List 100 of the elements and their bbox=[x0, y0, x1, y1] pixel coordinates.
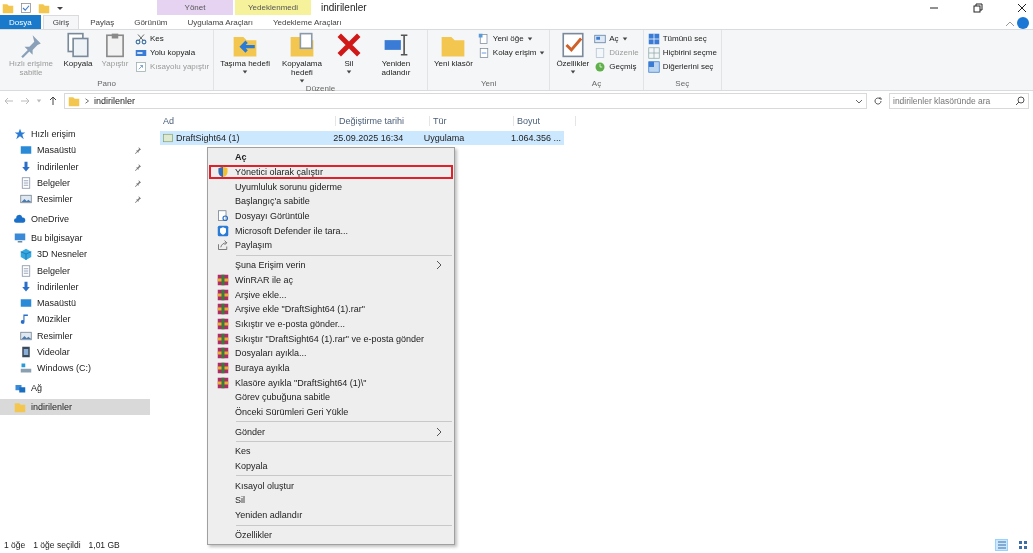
menu-item[interactable]: WinRAR ile aç bbox=[209, 272, 453, 288]
ribbon-tab[interactable]: Yedekleme Araçları bbox=[263, 15, 351, 29]
ribbon-button[interactable]: Yeni klasör bbox=[431, 32, 475, 79]
menu-item[interactable]: Özellikler bbox=[209, 527, 453, 543]
checkbox-icon[interactable] bbox=[20, 1, 32, 14]
sidebar-item[interactable]: Ağ bbox=[0, 379, 150, 396]
large-icons-view-button[interactable] bbox=[1016, 539, 1029, 551]
ribbon-button[interactable]: Özellikler bbox=[554, 32, 592, 79]
menu-item[interactable]: Sıkıştır "DraftSight64 (1).rar" ve e-posta gönder bbox=[209, 331, 453, 346]
menu-item[interactable]: Arşive ekle "DraftSight64 (1).rar" bbox=[209, 301, 453, 317]
sidebar-item[interactable]: Müzikler bbox=[0, 311, 150, 328]
column-header[interactable]: Tür bbox=[430, 116, 514, 126]
caret-icon bbox=[242, 69, 249, 75]
ribbon-button[interactable]: Geçmiş bbox=[594, 60, 639, 73]
desktop-icon bbox=[20, 297, 32, 310]
ribbon-button[interactable]: Kopyalama hedefi bbox=[274, 32, 329, 84]
sidebar-item[interactable]: İndirilenler bbox=[0, 158, 150, 175]
collapse-icon[interactable] bbox=[1005, 19, 1015, 29]
ribbon-tab[interactable]: Uygulama Araçları bbox=[178, 15, 262, 29]
path-text: indirilenler bbox=[94, 96, 136, 106]
back-icon[interactable] bbox=[4, 96, 14, 106]
tool-tab-header: Yedeklenmedi bbox=[235, 0, 311, 15]
sidebar-item[interactable]: OneDrive bbox=[0, 210, 150, 227]
easy-access-icon bbox=[477, 46, 490, 59]
menu-item[interactable]: Gönder bbox=[209, 424, 453, 440]
sidebar-item[interactable]: Masaüstü bbox=[0, 294, 150, 312]
menu-item[interactable]: Paylaşım bbox=[209, 238, 453, 253]
scissors-icon bbox=[135, 32, 147, 45]
search-field[interactable]: indirilenler klasöründe ara bbox=[889, 93, 1029, 109]
menu-item[interactable]: Başlangıç'a sabitle bbox=[209, 194, 453, 209]
column-header[interactable]: Boyut bbox=[514, 116, 576, 126]
status-text: 1 öğe seçildi bbox=[33, 540, 81, 550]
menu-item[interactable]: Yeniden adlandır bbox=[209, 507, 453, 523]
ribbon-button[interactable]: Taşıma hedefi bbox=[218, 32, 272, 84]
menu-item[interactable]: Klasöre ayıkla "DraftSight64 (1)\" bbox=[209, 375, 453, 390]
sidebar-item[interactable]: Videolar bbox=[0, 343, 150, 361]
menu-item[interactable]: Dosyaları ayıkla... bbox=[209, 345, 453, 361]
ribbon-tab[interactable]: Giriş bbox=[42, 15, 80, 29]
share-icon bbox=[217, 239, 229, 252]
menu-item[interactable]: Dosyayı Görüntüle bbox=[209, 208, 453, 224]
forward-icon[interactable] bbox=[20, 96, 30, 106]
menu-item[interactable]: Sil bbox=[209, 493, 453, 508]
help-icon[interactable] bbox=[1017, 17, 1029, 29]
column-header[interactable]: Değiştirme tarihi bbox=[336, 116, 430, 126]
sidebar-item[interactable]: Hızlı erişim bbox=[0, 126, 150, 143]
up-arrow-icon[interactable] bbox=[48, 96, 58, 106]
refresh-icon[interactable] bbox=[873, 96, 883, 106]
search-icon bbox=[1015, 96, 1025, 106]
menu-item[interactable]: Sıkıştır ve e-posta gönder... bbox=[209, 316, 453, 332]
ribbon-button[interactable]: Sil bbox=[331, 32, 366, 84]
sidebar-item[interactable]: İndirilenler bbox=[0, 278, 150, 295]
menu-item[interactable]: Arşive ekle... bbox=[209, 287, 453, 302]
sidebar-item[interactable]: 3D Nesneler bbox=[0, 246, 150, 263]
ribbon-button[interactable]: Yeni öğe bbox=[477, 32, 546, 45]
ribbon-button[interactable]: Aç bbox=[594, 32, 639, 45]
caret-icon[interactable] bbox=[855, 97, 863, 105]
sidebar-item[interactable]: Bu bilgisayar bbox=[0, 229, 150, 247]
sidebar-item[interactable]: Belgeler bbox=[0, 262, 150, 279]
address-bar[interactable]: indirilenler bbox=[64, 93, 867, 109]
menu-item[interactable]: Microsoft Defender ile tara... bbox=[209, 223, 453, 239]
menu-item[interactable]: Görev çubuğuna sabitle bbox=[209, 390, 453, 405]
ribbon-button[interactable]: Tümünü seç bbox=[647, 32, 717, 45]
menu-item[interactable]: Kısayol oluştur bbox=[209, 478, 453, 494]
sidebar-item[interactable]: Resimler bbox=[0, 191, 150, 208]
menu-item[interactable]: Uyumluluk sorunu giderme bbox=[209, 179, 453, 195]
sidebar-item[interactable]: Belgeler bbox=[0, 174, 150, 192]
ribbon-button[interactable]: Kes bbox=[135, 32, 210, 45]
file-row[interactable]: DraftSight64 (1) 25.09.2025 16:34 Uygulama 1.064.356 ... bbox=[160, 131, 564, 145]
ribbon-button[interactable]: Diğerlerini seç bbox=[647, 60, 717, 73]
restore-icon[interactable] bbox=[973, 2, 983, 13]
menu-item[interactable]: Şuna Erişim verin bbox=[209, 257, 453, 273]
menu-item[interactable]: Kes bbox=[209, 444, 453, 459]
ribbon-tab[interactable]: Dosya bbox=[0, 15, 41, 29]
close-icon[interactable] bbox=[1017, 2, 1027, 13]
ribbon-button[interactable]: Kopyala bbox=[61, 32, 95, 79]
ribbon-button[interactable]: Hiçbirini seçme bbox=[647, 46, 717, 59]
menu-item[interactable]: Yönetici olarak çalıştır bbox=[209, 164, 453, 180]
ribbon-tab[interactable]: Paylaş bbox=[81, 15, 124, 29]
archive-icon bbox=[217, 288, 229, 301]
sidebar-item[interactable]: Resimler bbox=[0, 327, 150, 344]
menu-item[interactable]: Kopyala bbox=[209, 458, 453, 474]
menu-item[interactable]: Aç bbox=[209, 150, 453, 165]
menu-item[interactable]: Önceki Sürümleri Geri Yükle bbox=[209, 404, 453, 420]
desktop-icon bbox=[20, 144, 32, 157]
sidebar-item[interactable]: indirilenler bbox=[0, 398, 150, 416]
menu-item[interactable]: Buraya ayıkla bbox=[209, 360, 453, 376]
ribbon-button[interactable]: Yeniden adlandır bbox=[368, 32, 423, 84]
picture-icon bbox=[20, 329, 32, 342]
drive-icon bbox=[20, 362, 32, 375]
table-cell-text: 25.09.2025 16:34 bbox=[332, 133, 405, 143]
ribbon-tab[interactable]: Görünüm bbox=[125, 15, 177, 29]
ribbon-button[interactable]: Kolay erişim bbox=[477, 46, 546, 59]
sidebar-item[interactable]: Windows (C:) bbox=[0, 360, 150, 377]
select-none-icon bbox=[647, 46, 660, 59]
sidebar-item[interactable]: Masaüstü bbox=[0, 142, 150, 159]
archive-icon bbox=[217, 317, 229, 330]
ribbon-button[interactable]: Yolu kopyala bbox=[135, 46, 210, 59]
details-view-button[interactable] bbox=[995, 539, 1008, 551]
caret-icon bbox=[298, 78, 305, 84]
column-header[interactable]: Ad bbox=[160, 116, 336, 126]
